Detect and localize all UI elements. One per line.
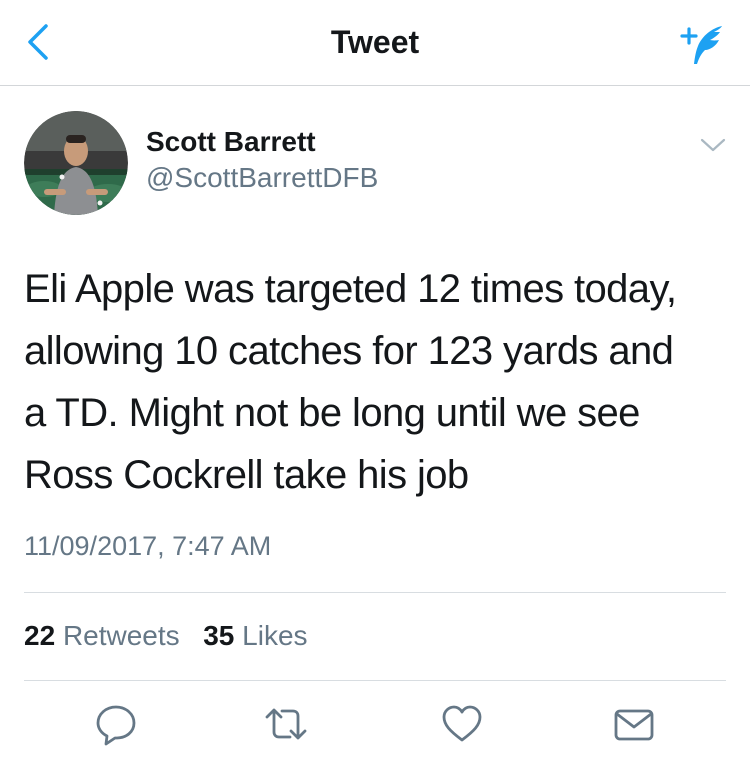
retweets-stat[interactable]: 22 Retweets [24,620,187,651]
like-icon [442,705,482,742]
engagement-stats: 22 Retweets 35 Likes [24,618,308,654]
tweet-timestamp: 11/09/2017, 7:47 AM [24,531,272,561]
direct-message-icon [614,709,654,741]
chevron-down-icon [700,138,726,152]
retweets-label: Retweets [62,620,180,651]
page-title: Tweet [330,24,420,60]
author-name[interactable]: Scott Barrett [146,124,316,160]
reply-icon [96,705,136,746]
reply-button[interactable] [94,702,138,746]
likes-count: 35 [203,620,235,651]
navigation-bar: Tweet [0,0,750,86]
avatar[interactable] [24,111,128,215]
divider [24,592,726,593]
likes-label: Likes [242,620,308,651]
profile-photo-icon [24,111,128,215]
direct-message-button[interactable] [612,702,656,746]
tweet-text-line: Ross Cockrell take his job [24,453,469,497]
divider [24,680,726,681]
retweet-icon [265,708,307,740]
tweet-text-line: a TD. Might not be long until we see [24,391,640,435]
author-handle[interactable]: @ScottBarrettDFB [146,160,378,196]
like-button[interactable] [440,702,484,746]
compose-tweet-icon [680,26,722,64]
more-options-button[interactable] [698,134,728,156]
retweets-count: 22 [24,620,56,651]
tweet-text-line: Eli Apple was targeted 12 times today, [24,267,677,311]
tweet-text: Eli Apple was targeted 12 times today, a… [24,258,728,506]
tweet-text-line: allowing 10 catches for 123 yards and [24,329,674,373]
likes-stat[interactable]: 35 Likes [203,620,307,651]
compose-tweet-button[interactable] [672,20,730,68]
retweet-button[interactable] [264,702,308,746]
